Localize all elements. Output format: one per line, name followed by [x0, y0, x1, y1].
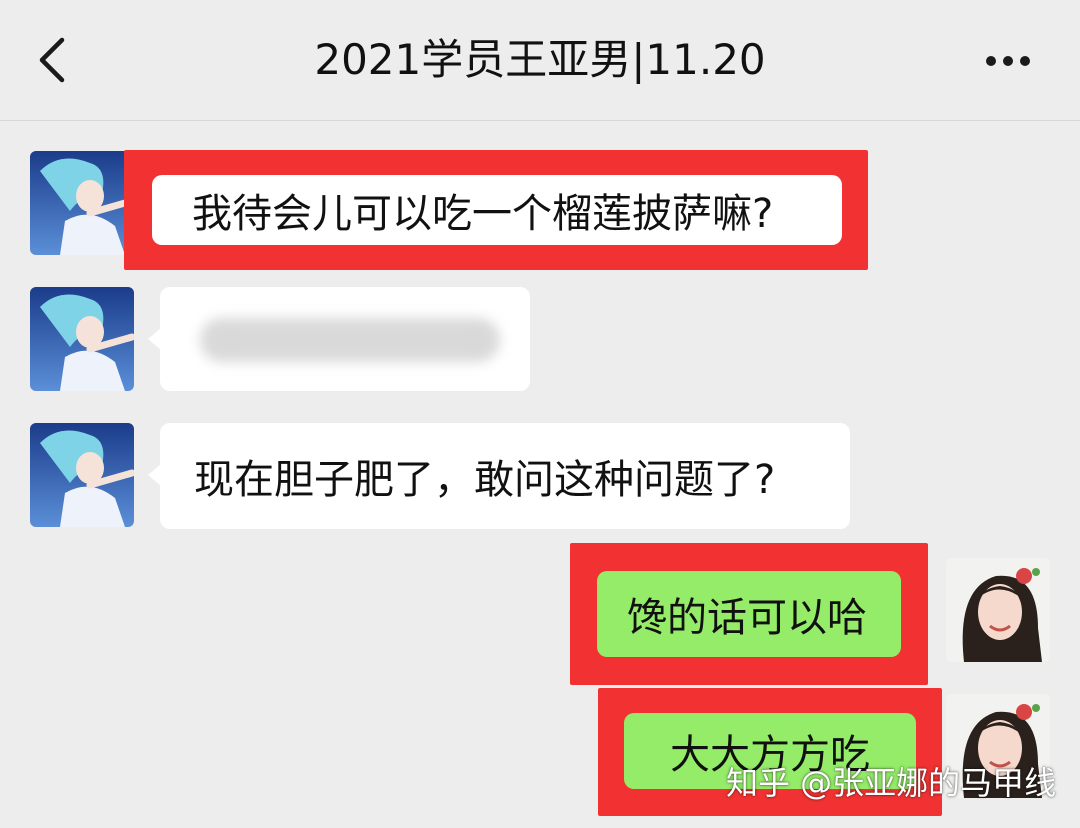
blurred-message-content	[200, 318, 500, 362]
contact-avatar[interactable]	[30, 423, 134, 527]
watermark: 知乎 @张亚娜的马甲线	[726, 764, 1057, 802]
contact-avatar[interactable]	[30, 151, 134, 255]
more-dots-icon[interactable]	[984, 54, 1032, 68]
user-avatar[interactable]	[946, 558, 1050, 662]
message-text: 馋的话可以哈	[627, 595, 867, 641]
chat-title: 2021学员王亚男|11.20	[314, 35, 766, 84]
message-text: 现在胆子肥了，敢问这种问题了?	[194, 457, 776, 503]
chat-header: 2021学员王亚男|11.20	[0, 0, 1080, 121]
message-bubble-incoming[interactable]: 我待会儿可以吃一个榴莲披萨嘛?	[152, 175, 842, 245]
message-bubble-incoming[interactable]: 现在胆子肥了，敢问这种问题了?	[160, 423, 850, 529]
contact-avatar[interactable]	[30, 287, 134, 391]
message-text: 我待会儿可以吃一个榴莲披萨嘛?	[192, 191, 774, 237]
message-bubble-outgoing[interactable]: 馋的话可以哈	[597, 571, 901, 657]
